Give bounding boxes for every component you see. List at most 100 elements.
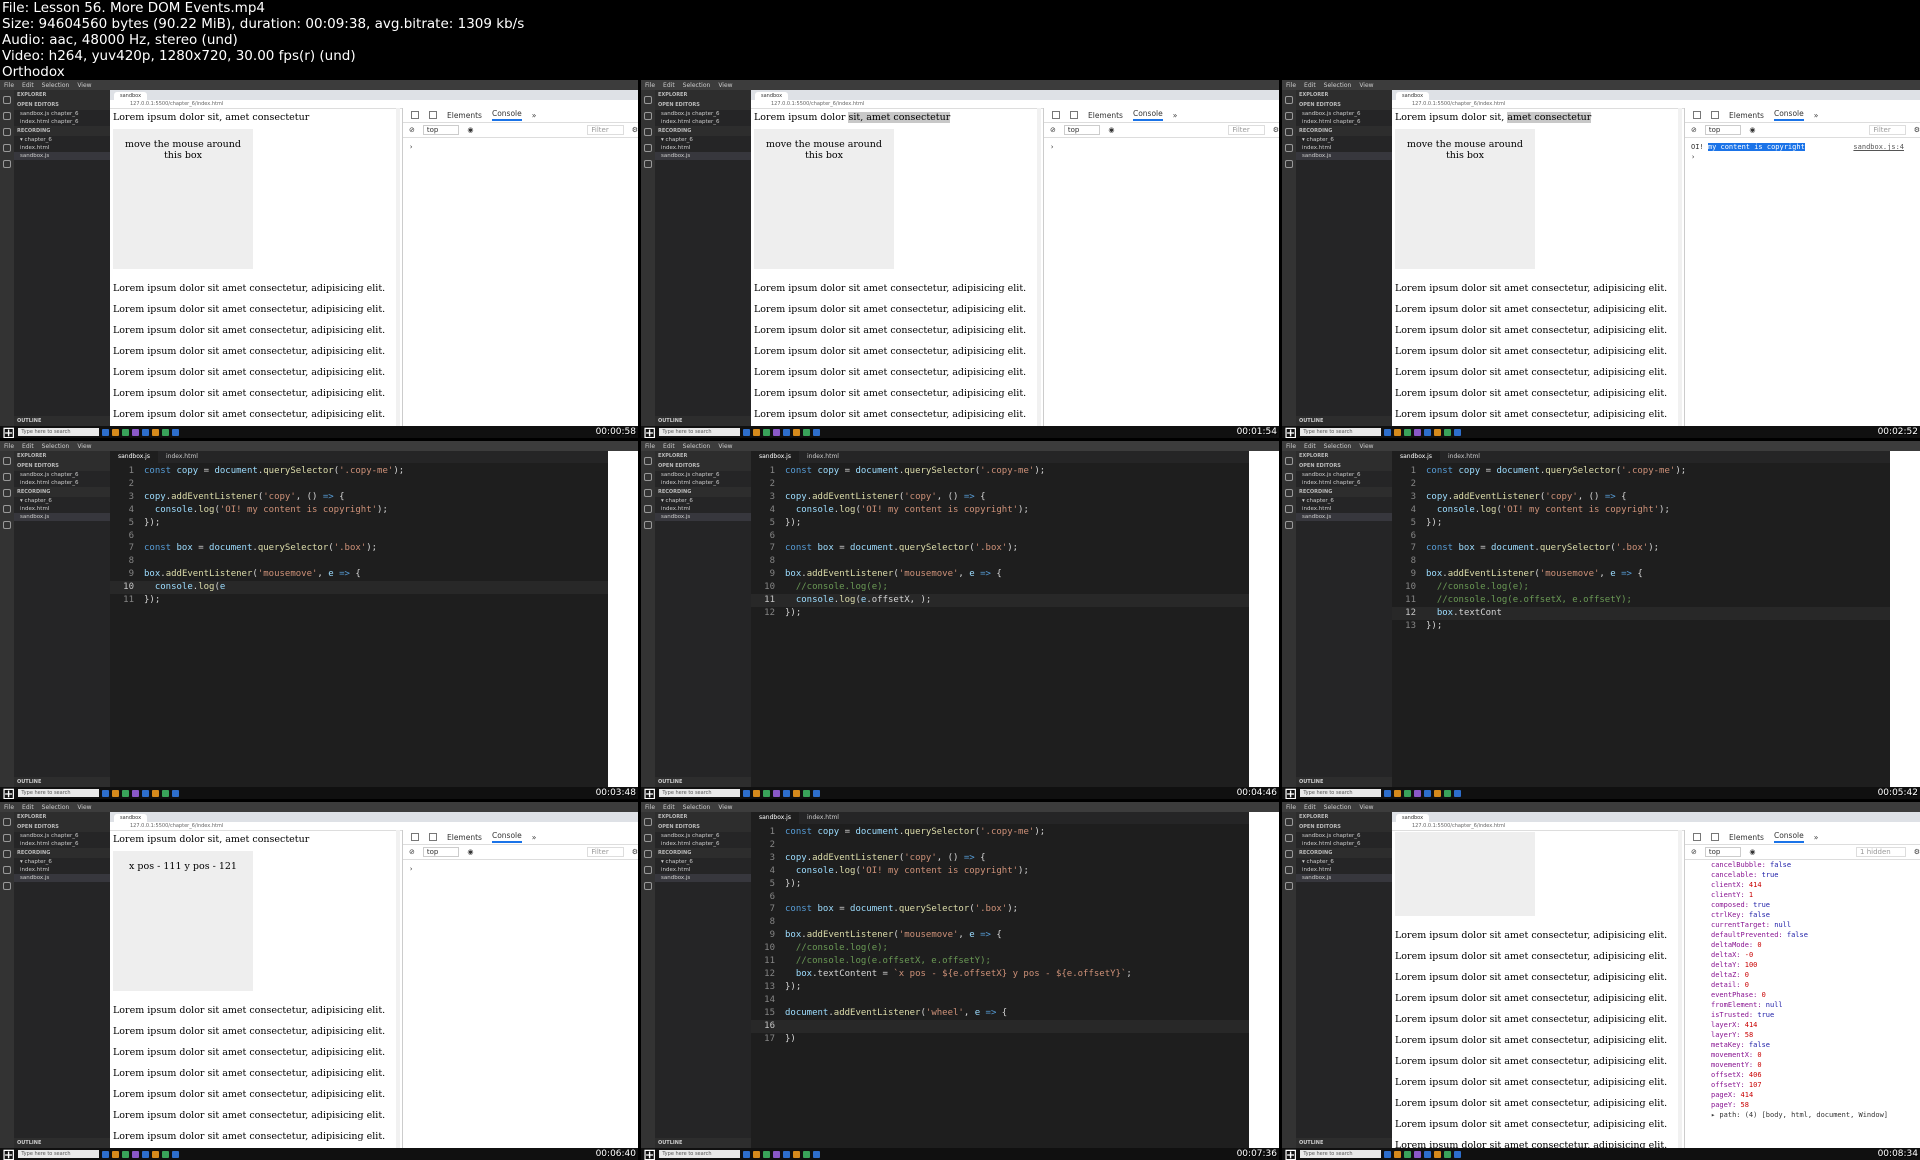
menu-item[interactable]: Edit: [1304, 804, 1316, 811]
debug-icon[interactable]: [1285, 144, 1293, 152]
recording-folder[interactable]: RECORDING: [655, 487, 751, 497]
menu-item[interactable]: Edit: [22, 804, 34, 811]
taskbar-app-icon[interactable]: [753, 428, 761, 436]
search-icon[interactable]: [3, 112, 11, 120]
eye-icon[interactable]: ◉: [467, 126, 473, 134]
taskbar-app-icon[interactable]: [142, 789, 150, 797]
taskbar-app-icon[interactable]: [122, 1150, 130, 1158]
taskbar-app-icon[interactable]: [793, 428, 801, 436]
start-icon[interactable]: ⊞: [643, 784, 656, 800]
taskbar-app-icon[interactable]: [1434, 428, 1442, 436]
folder-item[interactable]: ▾ chapter_6: [1296, 136, 1392, 144]
menu-item[interactable]: View: [77, 443, 91, 450]
explorer-icon[interactable]: [1285, 818, 1293, 826]
context-select[interactable]: top: [1063, 125, 1101, 135]
context-select[interactable]: top: [1704, 847, 1742, 857]
taskbar-app-icon[interactable]: [1424, 1150, 1432, 1158]
taskbar-app-icon[interactable]: [132, 789, 140, 797]
browser-tab[interactable]: sandbox: [114, 92, 148, 100]
console-filter[interactable]: Filter: [1869, 125, 1906, 135]
copy-me-text[interactable]: Lorem ipsum dolor sit, amet consectetur: [113, 834, 397, 845]
tab-index-html[interactable]: index.html: [158, 451, 206, 463]
context-select[interactable]: top: [422, 847, 460, 857]
folder-item[interactable]: ▾ chapter_6: [1296, 497, 1392, 505]
extensions-icon[interactable]: [644, 521, 652, 529]
menu-item[interactable]: View: [1359, 804, 1373, 811]
menu-item[interactable]: Selection: [683, 82, 711, 89]
start-icon[interactable]: ⊞: [643, 423, 656, 439]
outline-section[interactable]: OUTLINE: [14, 1138, 110, 1148]
tab-elements[interactable]: Elements: [447, 833, 482, 842]
search-icon[interactable]: [1285, 112, 1293, 120]
folder-item[interactable]: ▾ chapter_6: [655, 497, 751, 505]
file-item[interactable]: index.html: [655, 144, 751, 152]
taskbar-app-icon[interactable]: [803, 1150, 811, 1158]
more-tabs-icon[interactable]: »: [1173, 111, 1178, 120]
open-editor-item[interactable]: sandbox.js chapter_6: [655, 471, 751, 479]
taskbar-app-icon[interactable]: [813, 789, 821, 797]
inspect-icon[interactable]: [1693, 833, 1701, 841]
search-icon[interactable]: [644, 834, 652, 842]
taskbar-app-icon[interactable]: [763, 428, 771, 436]
taskbar-app-icon[interactable]: [793, 1150, 801, 1158]
settings-icon[interactable]: ⚙: [1273, 126, 1279, 134]
taskbar-app-icon[interactable]: [773, 428, 781, 436]
debug-icon[interactable]: [644, 144, 652, 152]
eye-icon[interactable]: ◉: [467, 848, 473, 856]
menu-item[interactable]: View: [1359, 82, 1373, 89]
mouse-box[interactable]: move the mouse around this box: [113, 129, 253, 269]
open-editor-item[interactable]: index.html chapter_6: [14, 118, 110, 126]
copy-me-text[interactable]: Lorem ipsum dolor sit, amet consectetur: [1395, 112, 1679, 123]
menu-item[interactable]: View: [1359, 443, 1373, 450]
taskbar-app-icon[interactable]: [162, 1150, 170, 1158]
open-editor-item[interactable]: sandbox.js chapter_6: [14, 471, 110, 479]
file-item[interactable]: sandbox.js: [655, 513, 751, 521]
source-control-icon[interactable]: [1285, 489, 1293, 497]
taskbar-app-icon[interactable]: [1394, 428, 1402, 436]
file-item[interactable]: index.html: [1296, 144, 1392, 152]
taskbar-app-icon[interactable]: [142, 428, 150, 436]
explorer-icon[interactable]: [3, 96, 11, 104]
file-item[interactable]: sandbox.js: [14, 874, 110, 882]
open-editors-section[interactable]: OPEN EDITORS: [655, 461, 751, 471]
menu-item[interactable]: File: [645, 804, 655, 811]
taskbar-app-icon[interactable]: [813, 1150, 821, 1158]
page-scrollbar[interactable]: [396, 108, 400, 426]
search-icon[interactable]: [3, 473, 11, 481]
context-select[interactable]: top: [422, 125, 460, 135]
taskbar-app-icon[interactable]: [1394, 789, 1402, 797]
tab-elements[interactable]: Elements: [1729, 833, 1764, 842]
console-prompt[interactable]: ›: [409, 864, 632, 874]
code-editor[interactable]: 1 const copy = document.querySelector('.c…: [110, 463, 608, 787]
taskbar-app-icon[interactable]: [152, 428, 160, 436]
menu-item[interactable]: Selection: [42, 82, 70, 89]
folder-item[interactable]: ▾ chapter_6: [1296, 858, 1392, 866]
device-icon[interactable]: [1070, 111, 1078, 119]
open-editor-item[interactable]: index.html chapter_6: [1296, 840, 1392, 848]
taskbar-app-icon[interactable]: [1414, 789, 1422, 797]
taskbar-app-icon[interactable]: [783, 789, 791, 797]
settings-icon[interactable]: ⚙: [632, 848, 638, 856]
search-icon[interactable]: [3, 834, 11, 842]
open-editor-item[interactable]: sandbox.js chapter_6: [655, 110, 751, 118]
tab-sandbox-js[interactable]: sandbox.js: [751, 451, 799, 463]
page-scrollbar[interactable]: [1678, 830, 1682, 1148]
taskbar-app-icon[interactable]: [753, 1150, 761, 1158]
taskbar-app-icon[interactable]: [803, 428, 811, 436]
menu-item[interactable]: File: [1286, 804, 1296, 811]
start-icon[interactable]: ⊞: [2, 423, 15, 439]
taskbar-app-icon[interactable]: [122, 428, 130, 436]
taskbar-app-icon[interactable]: [1404, 428, 1412, 436]
eye-icon[interactable]: ◉: [1108, 126, 1114, 134]
file-item[interactable]: index.html: [1296, 505, 1392, 513]
more-tabs-icon[interactable]: »: [532, 833, 537, 842]
taskbar-app-icon[interactable]: [813, 428, 821, 436]
more-tabs-icon[interactable]: »: [1814, 111, 1819, 120]
clear-console-icon[interactable]: ⊘: [1691, 848, 1697, 856]
taskbar-app-icon[interactable]: [1434, 789, 1442, 797]
menu-item[interactable]: Selection: [1324, 804, 1352, 811]
taskbar-app-icon[interactable]: [132, 1150, 140, 1158]
taskbar-app-icon[interactable]: [172, 789, 180, 797]
log-text[interactable]: my content is copyright: [1707, 143, 1805, 151]
taskbar-app-icon[interactable]: [1444, 428, 1452, 436]
